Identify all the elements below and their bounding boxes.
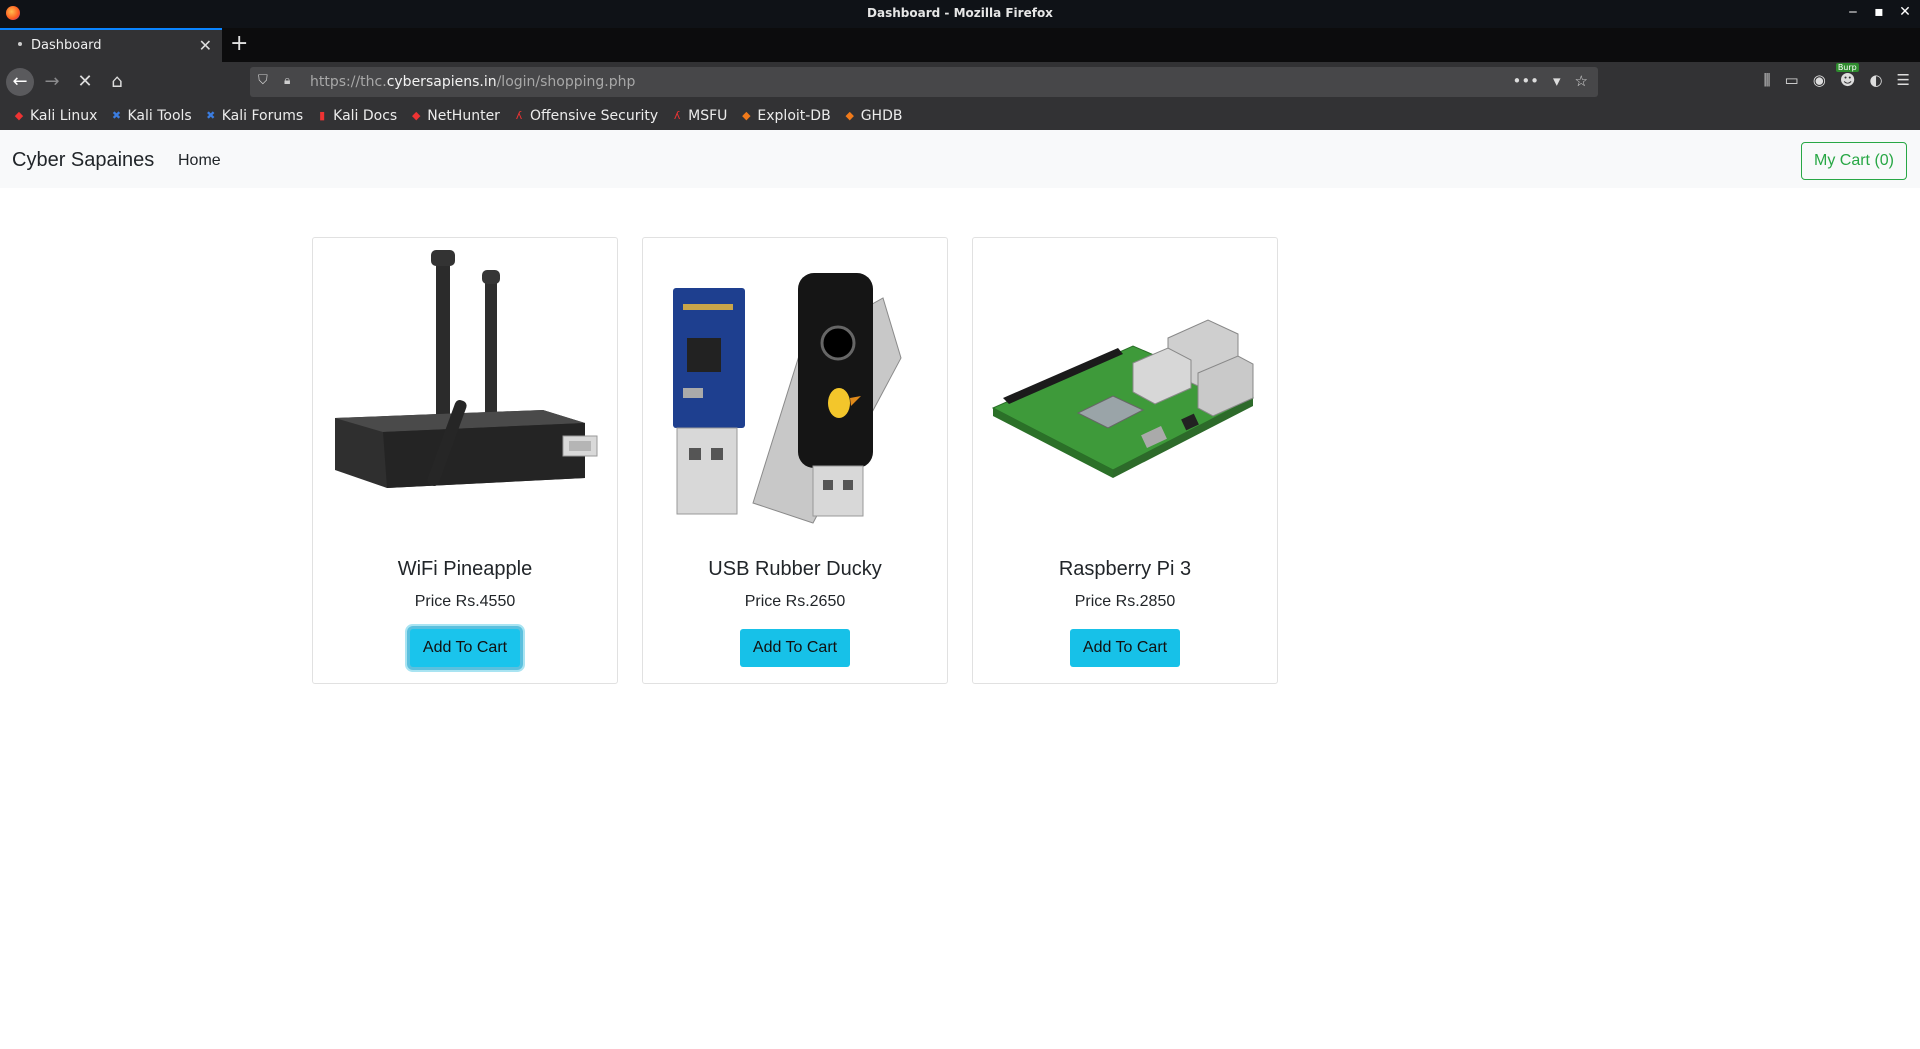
nethunter-icon: ◆ <box>412 109 421 122</box>
bookmark-ghdb[interactable]: ◆ GHDB <box>843 108 902 124</box>
bookmark-nethunter[interactable]: ◆ NetHunter <box>409 108 500 124</box>
burp-badge: Burp <box>1835 63 1859 72</box>
tab-dashboard[interactable]: Dashboard ✕ <box>0 28 222 62</box>
product-price: Price Rs.4550 <box>414 593 516 610</box>
library-icon[interactable]: ⫼ <box>1764 71 1771 89</box>
product-price: Price Rs.2650 <box>744 593 846 610</box>
account-icon[interactable]: ◉ <box>1813 71 1826 89</box>
site-navbar: Cyber Sapaines Home My Cart (0) <box>0 130 1920 188</box>
tab-close-icon[interactable]: ✕ <box>199 36 212 55</box>
product-name: USB Rubber Ducky <box>708 558 882 580</box>
back-button[interactable]: ← <box>6 68 34 96</box>
tab-strip: Dashboard ✕ + <box>0 28 1920 62</box>
navigation-toolbar: ← → ✕ ⌂ ⛉ 🔒︎ https://thc.cybersapiens.in… <box>0 62 1920 102</box>
product-name: Raspberry Pi 3 <box>1058 558 1192 580</box>
pocket-icon[interactable]: ▾ <box>1553 72 1561 90</box>
bookmark-offensive-security[interactable]: ʎ Offensive Security <box>512 108 658 124</box>
duckduckgo-icon[interactable]: ◐ <box>1869 71 1882 89</box>
add-to-cart-button[interactable]: Add To Cart <box>410 629 520 667</box>
home-button[interactable]: ⌂ <box>105 70 129 94</box>
address-bar[interactable]: ⛉ 🔒︎ https://thc.cybersapiens.in/login/s… <box>250 67 1598 97</box>
usb-rubber-ducky-image <box>653 248 939 528</box>
tab-label: Dashboard <box>31 38 102 53</box>
product-name: WiFi Pineapple <box>397 558 533 580</box>
raspberry-pi-image <box>983 248 1269 528</box>
url-text[interactable]: https://thc.cybersapiens.in/login/shoppi… <box>310 74 635 90</box>
bookmark-msfu[interactable]: ʎ MSFU <box>670 108 728 124</box>
new-tab-button[interactable]: + <box>230 31 248 56</box>
kali-tools-icon: ✖ <box>111 109 122 122</box>
my-cart-button[interactable]: My Cart (0) <box>1801 142 1907 180</box>
stop-button[interactable]: ✕ <box>73 70 97 94</box>
msfu-icon: ʎ <box>673 109 681 122</box>
bookmark-kali-tools[interactable]: ✖ Kali Tools <box>109 108 192 124</box>
tracking-shield-icon[interactable]: ⛉ <box>258 73 268 88</box>
offsec-icon: ʎ <box>515 109 523 122</box>
product-card-wifi-pineapple: WiFi Pineapple Price Rs.4550 Add To Cart <box>312 237 618 684</box>
forward-button[interactable]: → <box>40 70 64 94</box>
exploitdb-icon: ◆ <box>742 109 751 122</box>
page-content: Cyber Sapaines Home My Cart (0) WiFi Pin… <box>0 130 1920 1049</box>
bookmark-star-icon[interactable]: ☆ <box>1575 72 1588 90</box>
toolbar-right: ⫼ ▭ ◉ ☻ Burp ◐ ☰ <box>1764 63 1910 89</box>
product-card-usb-rubber-ducky: USB Rubber Ducky Price Rs.2650 Add To Ca… <box>642 237 948 684</box>
minimize-button[interactable]: ‒ <box>1846 4 1860 20</box>
lock-icon[interactable]: 🔒︎ <box>284 73 290 88</box>
bookmark-kali-linux[interactable]: ◆ Kali Linux <box>12 108 98 124</box>
maximize-button[interactable]: ▪ <box>1872 4 1886 20</box>
tab-loading-dot <box>18 42 22 46</box>
wifi-pineapple-image <box>323 248 609 528</box>
product-price: Price Rs.2850 <box>1074 593 1176 610</box>
bookmark-kali-docs[interactable]: ▮ Kali Docs <box>315 108 397 124</box>
bookmarks-toolbar: ◆ Kali Linux ✖ Kali Tools ✖ Kali Forums ▮ Ka… <box>0 102 1920 130</box>
bookmark-kali-forums[interactable]: ✖ Kali Forums <box>204 108 303 124</box>
window-title: Dashboard - Mozilla Firefox <box>867 6 1053 20</box>
window-titlebar: Dashboard - Mozilla Firefox ‒ ▪ ✕ <box>0 0 1920 28</box>
bookmark-exploit-db[interactable]: ◆ Exploit-DB <box>739 108 831 124</box>
url-actions: ••• ▾ ☆ <box>1512 72 1588 90</box>
burp-extension-icon[interactable]: ☻ Burp <box>1835 63 1859 89</box>
site-brand[interactable]: Cyber Sapaines <box>12 149 154 172</box>
menu-icon[interactable]: ☰ <box>1897 71 1910 89</box>
ghdb-icon: ◆ <box>845 109 854 122</box>
kali-forums-icon: ✖ <box>206 109 216 122</box>
page-actions-icon[interactable]: ••• <box>1512 72 1539 90</box>
sidebar-icon[interactable]: ▭ <box>1785 71 1799 89</box>
kali-dragon-icon: ◆ <box>14 109 24 122</box>
kali-docs-icon: ▮ <box>319 109 326 122</box>
product-card-raspberry-pi: Raspberry Pi 3 Price Rs.2850 Add To Cart <box>972 237 1278 684</box>
home-link[interactable]: Home <box>178 152 221 170</box>
close-window-button[interactable]: ✕ <box>1898 4 1912 20</box>
add-to-cart-button[interactable]: Add To Cart <box>1070 629 1180 667</box>
window-controls: ‒ ▪ ✕ <box>1846 4 1912 20</box>
add-to-cart-button[interactable]: Add To Cart <box>740 629 850 667</box>
